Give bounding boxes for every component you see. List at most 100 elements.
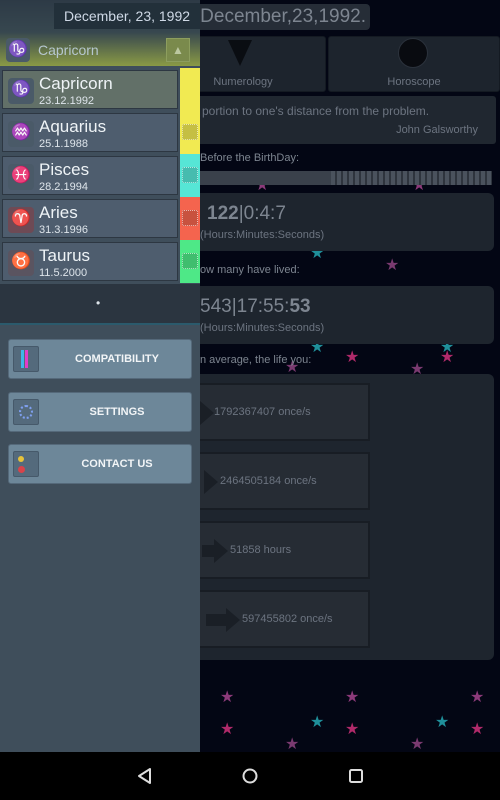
menu-label: COMPATIBILITY xyxy=(75,353,159,365)
progress-remaining xyxy=(331,171,492,185)
sign-date: 31.3.1996 xyxy=(39,224,88,236)
arrow-icon xyxy=(200,401,214,425)
capricorn-icon: ♑ xyxy=(8,78,34,104)
home-icon[interactable] xyxy=(241,767,259,785)
sign-color-strip xyxy=(180,111,200,154)
counter-unit: (Hours:Minutes:Seconds) xyxy=(200,322,325,334)
birthday-label: Before the BirthDay: xyxy=(200,152,300,164)
compatibility-button[interactable]: COMPATIBILITY xyxy=(8,339,192,379)
sign-card: ♒ Aquarius 25.1.1988 xyxy=(2,113,178,152)
aries-icon: ♈ xyxy=(8,207,34,233)
counter-hours: 122 xyxy=(207,203,239,224)
app-screen: ★★★★★★★★★★★★★★★★★★★★★★★★★★★★★★★★★★★ e:De… xyxy=(0,0,500,752)
sign-name: Aries xyxy=(39,203,78,222)
quote-author: John Galsworthy xyxy=(396,124,478,136)
sign-color-strip xyxy=(180,197,200,240)
star-decoration: ★ xyxy=(310,714,325,731)
average-value: 1792367407 once/s xyxy=(214,406,311,418)
pisces-icon: ♓ xyxy=(8,164,34,190)
drawer-date: December, 23, 1992 xyxy=(54,3,200,29)
sign-date: 25.1.1988 xyxy=(39,138,88,150)
sign-date: 28.2.1994 xyxy=(39,181,88,193)
sign-color-strip xyxy=(180,240,200,283)
contact-us-button[interactable]: CONTACT US xyxy=(8,444,192,484)
sign-item-pisces[interactable]: ♓ Pisces 28.2.1994 xyxy=(0,154,200,197)
star-decoration: ★ xyxy=(345,721,360,738)
birthday-progress-bar xyxy=(200,171,492,185)
tab-horoscope-label: Horoscope xyxy=(387,76,441,88)
average-value: 2464505184 once/s xyxy=(220,475,317,487)
star-decoration: ★ xyxy=(345,689,360,706)
sign-item-capricorn[interactable]: ♑ Capricorn 23.12.1992 xyxy=(0,68,200,111)
star-decoration: ★ xyxy=(435,714,450,731)
average-label: n average, the life you: xyxy=(200,354,312,366)
android-navigation-bar xyxy=(0,752,500,800)
sign-card: ♈ Aries 31.3.1996 xyxy=(2,199,178,238)
aquarius-icon: ♒ xyxy=(8,121,34,147)
sign-card: ♑ Capricorn 23.12.1992 xyxy=(2,70,178,109)
counter-rest: 543|17:55: xyxy=(200,296,290,317)
sign-card: ♉ Taurus 11.5.2000 xyxy=(2,242,178,281)
numerology-icon xyxy=(228,40,252,66)
settings-gear-icon[interactable] xyxy=(182,253,198,269)
star-decoration: ★ xyxy=(470,689,485,706)
star-decoration: ★ xyxy=(285,736,300,753)
back-icon[interactable] xyxy=(136,767,154,785)
star-decoration: ★ xyxy=(220,689,235,706)
horoscope-icon xyxy=(398,38,428,68)
menu-label: CONTACT US xyxy=(81,458,153,470)
counter-seconds: 53 xyxy=(289,296,311,317)
sign-name: Capricorn xyxy=(39,74,113,93)
drawer-header: December, 23, 1992 ♑ Capricorn ▲ xyxy=(0,0,200,66)
lived-counter-card: 543|17:55:53 (Hours:Minutes:Seconds) xyxy=(160,286,494,344)
sign-color-strip xyxy=(180,154,200,197)
sign-date: 23.12.1992 xyxy=(39,95,95,107)
arrow-shaft xyxy=(202,545,214,557)
settings-gear-icon[interactable] xyxy=(182,167,198,183)
average-value: 51858 hours xyxy=(230,544,292,556)
arrow-icon xyxy=(204,470,218,494)
sign-item-aries[interactable]: ♈ Aries 31.3.1996 xyxy=(0,197,200,240)
birthday-counter-card: 122|0:4:7 (Hours:Minutes:Seconds) xyxy=(160,193,494,251)
lived-counter: 543|17:55:53 xyxy=(200,296,311,318)
sign-list: ♑ Capricorn 23.12.1992 ♒ Aquarius 25.1.1… xyxy=(0,68,200,284)
settings-button[interactable]: SETTINGS xyxy=(8,392,192,432)
arrow-icon xyxy=(214,539,228,563)
capricorn-icon: ♑ xyxy=(6,38,30,62)
settings-gear-icon[interactable] xyxy=(182,210,198,226)
settings-icon xyxy=(13,399,39,425)
current-sign-name: Capricorn xyxy=(38,42,99,58)
more-button[interactable]: • xyxy=(96,296,100,310)
star-decoration: ★ xyxy=(345,349,360,366)
progress-fill xyxy=(200,171,332,185)
quote-text: portion to one's distance from the probl… xyxy=(202,104,430,118)
settings-gear-icon[interactable] xyxy=(182,124,198,140)
sign-color-strip xyxy=(180,68,200,111)
collapse-up-button[interactable]: ▲ xyxy=(166,38,190,62)
sign-card: ♓ Pisces 28.2.1994 xyxy=(2,156,178,195)
average-value: 597455802 once/s xyxy=(242,613,333,625)
star-decoration: ★ xyxy=(220,721,235,738)
counter-unit: (Hours:Minutes:Seconds) xyxy=(200,229,325,241)
recents-icon[interactable] xyxy=(347,767,365,785)
sign-name: Aquarius xyxy=(39,117,107,136)
arrow-icon xyxy=(226,608,240,632)
current-sign-row[interactable]: ♑ Capricorn ▲ xyxy=(0,34,200,66)
compatibility-icon xyxy=(13,346,39,372)
star-decoration: ★ xyxy=(410,736,425,753)
lived-label: ow many have lived: xyxy=(200,264,300,276)
star-decoration: ★ xyxy=(385,257,400,274)
birthday-counter: 122|0:4:7 xyxy=(207,203,286,225)
counter-rest: |0:4:7 xyxy=(238,203,286,224)
sign-name: Taurus xyxy=(39,246,91,265)
sign-date: 11.5.2000 xyxy=(39,267,88,279)
contact-icon xyxy=(13,451,39,477)
sign-item-aquarius[interactable]: ♒ Aquarius 25.1.1988 xyxy=(0,111,200,154)
divider xyxy=(0,323,200,325)
sign-item-taurus[interactable]: ♉ Taurus 11.5.2000 xyxy=(0,240,200,283)
quote-card: portion to one's distance from the probl… xyxy=(160,96,496,144)
star-decoration: ★ xyxy=(470,721,485,738)
arrow-shaft xyxy=(206,614,226,626)
taurus-icon: ♉ xyxy=(8,250,34,276)
sign-name: Pisces xyxy=(39,160,90,179)
